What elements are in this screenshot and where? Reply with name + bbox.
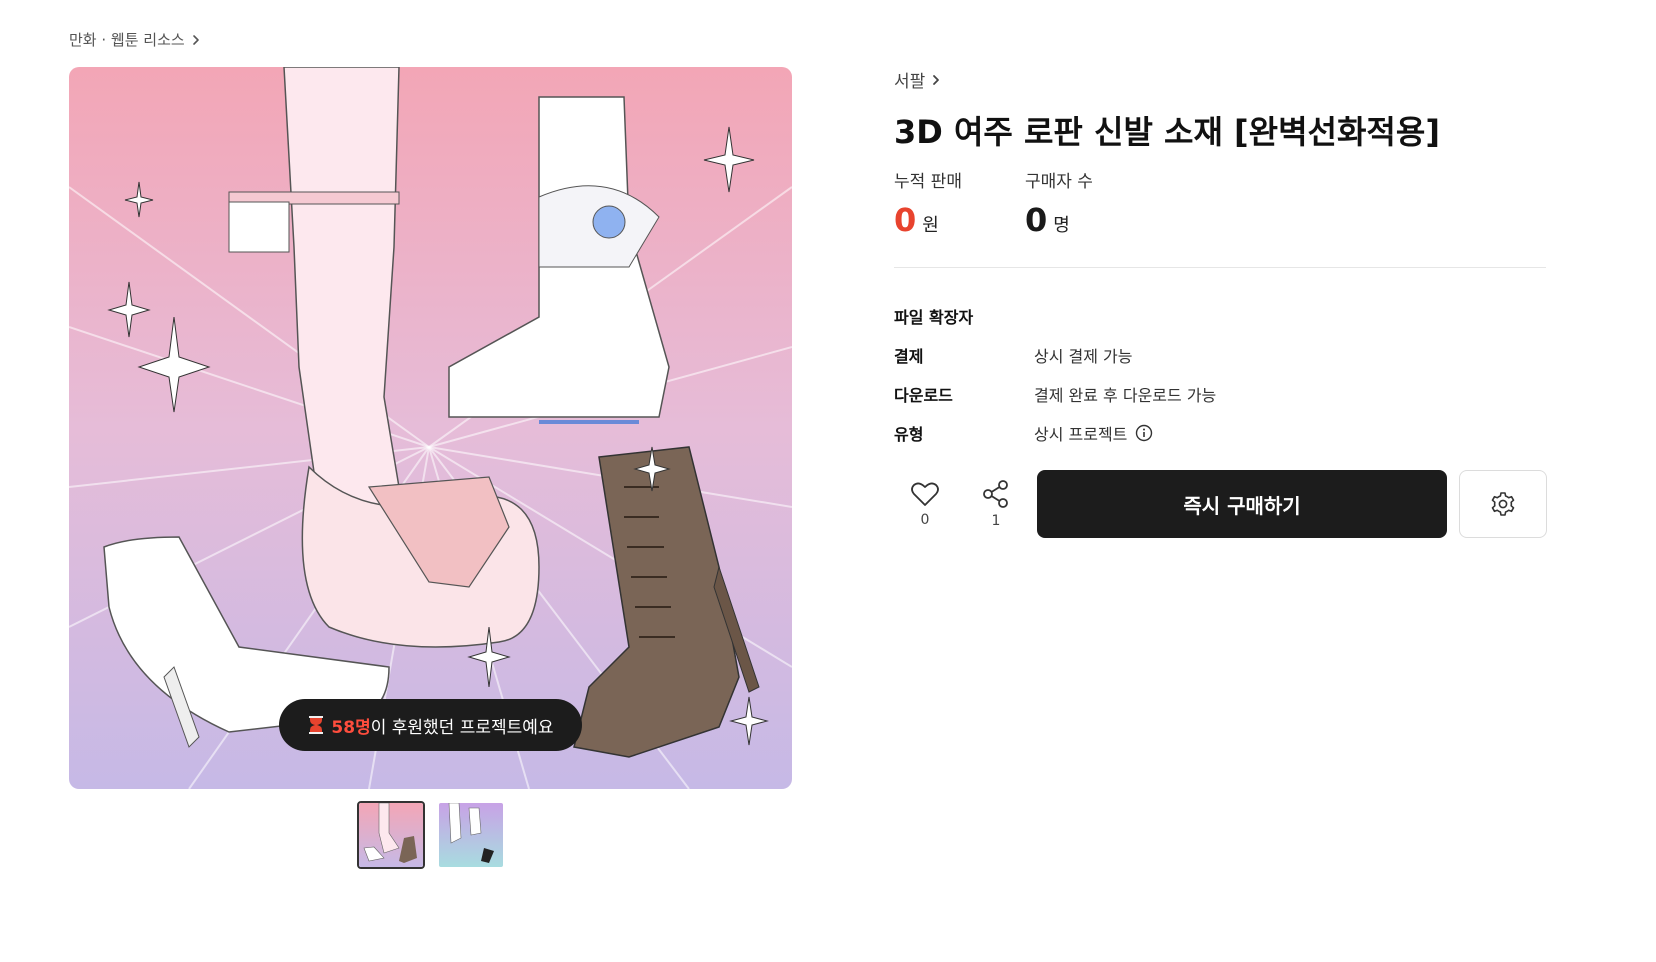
chevron-right-icon (192, 34, 199, 45)
info-row-extension: 파일 확장자 (894, 296, 1216, 335)
like-count: 0 (920, 512, 930, 528)
extension-label: 파일 확장자 (894, 307, 974, 327)
gear-icon (1491, 492, 1515, 516)
thumbnail-1[interactable] (357, 801, 425, 869)
thumbnail-list (357, 801, 505, 869)
shoes-illustration (69, 67, 792, 789)
product-main-image[interactable] (69, 67, 792, 789)
sales-stat: 누적 판매 0 원 (894, 167, 962, 237)
type-value-wrap: 상시 프로젝트 (1034, 421, 1153, 445)
share-button[interactable]: 1 (965, 479, 1027, 529)
type-value: 상시 프로젝트 (1034, 424, 1128, 444)
product-title: 3D 여주 로판 신발 소재 [완벽선화적용] (894, 113, 1440, 151)
heart-icon (911, 482, 939, 506)
support-text: 이 후원했던 프로젝트예요 (370, 717, 554, 738)
payment-value: 상시 결제 가능 (1034, 346, 1133, 366)
support-count-badge: 58명이 후원했던 프로젝트예요 (279, 699, 582, 751)
buyers-value: 0 (1024, 201, 1048, 239)
thumbnail-2[interactable] (437, 801, 505, 869)
thumbnail-image (439, 803, 503, 867)
sales-label: 누적 판매 (894, 172, 962, 192)
payment-label: 결제 (894, 346, 924, 366)
breadcrumb-label: 만화 · 웹툰 리소스 (69, 31, 185, 49)
product-page: 만화 · 웹툰 리소스 58명이 후원했던 프로젝트예요 서팔 3D 여주 로판… (0, 0, 1656, 962)
buy-now-button[interactable]: 즉시 구매하기 (1037, 470, 1447, 538)
buyers-label: 구매자 수 (1024, 172, 1093, 192)
creator-name: 서팔 (894, 72, 926, 92)
sales-unit: 원 (922, 215, 939, 236)
info-row-type: 유형 상시 프로젝트 (894, 413, 1216, 452)
support-count: 58명 (331, 717, 371, 738)
breadcrumb[interactable]: 만화 · 웹툰 리소스 (69, 29, 203, 50)
settings-button[interactable] (1459, 470, 1547, 538)
info-row-payment: 결제 상시 결제 가능 (894, 335, 1216, 374)
action-bar: 0 1 즉시 구매하기 (894, 470, 1547, 538)
share-icon (983, 480, 1008, 508)
download-value: 결제 완료 후 다운로드 가능 (1034, 385, 1217, 405)
buyers-stat: 구매자 수 0 명 (1025, 167, 1093, 237)
share-count: 1 (991, 513, 1001, 529)
creator-link[interactable]: 서팔 (894, 67, 943, 92)
buyers-unit: 명 (1053, 215, 1070, 236)
type-label: 유형 (894, 424, 924, 444)
info-icon[interactable] (1135, 424, 1153, 442)
chevron-right-icon (933, 74, 940, 85)
like-button[interactable]: 0 (894, 480, 956, 528)
thumbnail-image (359, 803, 423, 867)
product-info: 파일 확장자 결제 상시 결제 가능 다운로드 결제 완료 후 다운로드 가능 … (894, 296, 1216, 452)
divider (894, 267, 1546, 268)
product-stats: 누적 판매 0 원 구매자 수 0 명 (894, 167, 1093, 237)
download-label: 다운로드 (894, 385, 953, 405)
sales-value: 0 (894, 201, 917, 239)
hourglass-icon (309, 716, 324, 734)
info-row-download: 다운로드 결제 완료 후 다운로드 가능 (894, 374, 1216, 413)
